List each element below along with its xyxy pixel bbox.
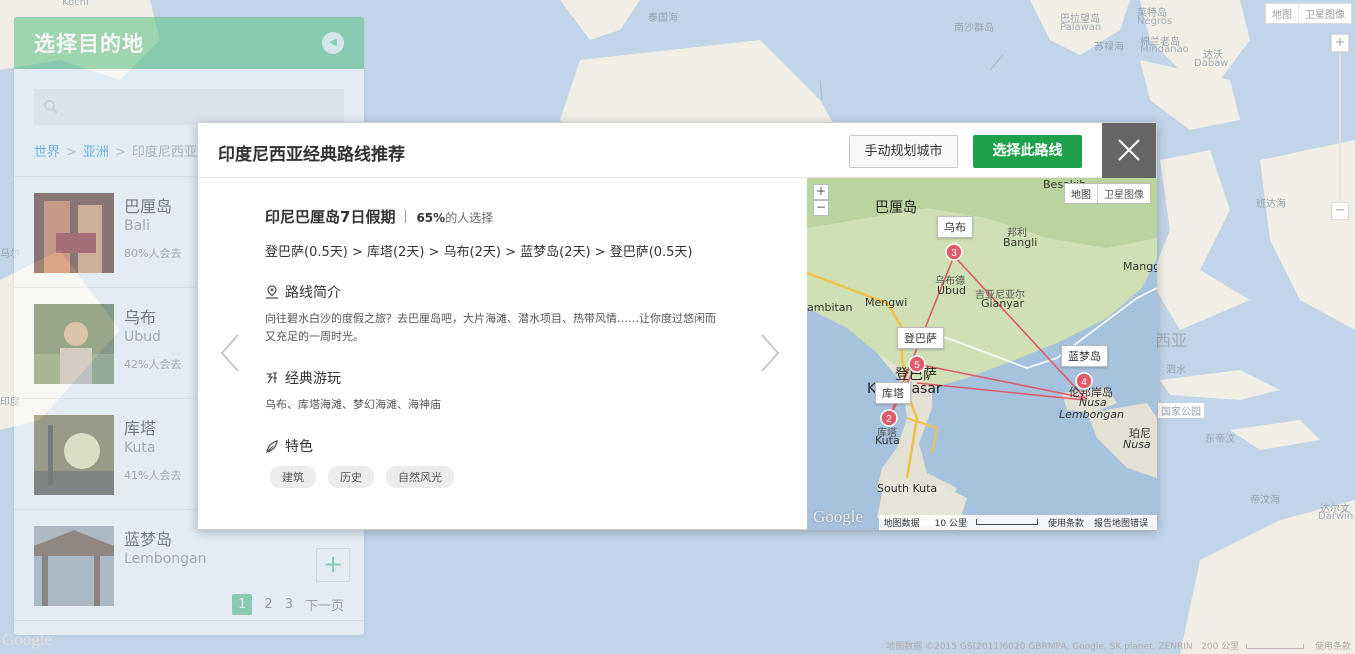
map-label: Nusa — [1123, 438, 1151, 451]
destination-name-cn: 乌布 — [124, 308, 157, 327]
destination-name-en: Bali — [124, 218, 150, 234]
features-section: 特色 建筑 历史 自然风光 — [265, 436, 735, 488]
route-map-report-link[interactable]: 报告地图错误 — [1089, 516, 1153, 529]
classic-play-section: 经典游玩 乌布、库塔海滩、梦幻海滩、海神庙 — [265, 368, 735, 414]
pagination: 1 2 3 下一页 — [232, 594, 344, 615]
search-icon — [44, 100, 58, 114]
prev-route-button[interactable] — [220, 333, 240, 373]
destination-visit-pct: 41%人会去 — [124, 469, 182, 482]
route-map-zoom-control: + − — [813, 184, 829, 216]
close-button[interactable] — [1102, 123, 1156, 178]
destination-panel-header: 选择目的地 ◀ — [14, 17, 364, 69]
modal-body: 印尼巴厘岛7日假期 65%的人选择 登巴萨(0.5天) > 库塔(2天) > 乌布… — [198, 178, 1157, 530]
next-page-button[interactable]: 下一页 — [305, 595, 344, 614]
route-intro-section: 路线简介 向往碧水白沙的度假之旅？去巴厘岛吧，大片海滩、潜水项目、热带风情……让… — [265, 282, 735, 346]
destination-photo — [34, 526, 114, 606]
route-map[interactable]: Besakih 巴厘岛 邦利 Bangli Mangg Mengwi ambit… — [807, 178, 1157, 530]
breadcrumb-world[interactable]: 世界 — [34, 145, 60, 160]
feature-tags: 建筑 历史 自然风光 — [270, 466, 735, 488]
map-label: Kuta — [875, 434, 900, 447]
route-callout-lembongan[interactable]: 蓝梦岛 — [1061, 345, 1108, 367]
chevron-left-icon[interactable]: ◀ — [322, 32, 344, 54]
destination-name-cn: 巴厘岛 — [124, 197, 173, 216]
route-map-scale: 10 公里 — [925, 516, 1043, 529]
feature-tag: 建筑 — [270, 466, 316, 488]
feature-tag: 历史 — [328, 466, 374, 488]
route-map-zoom-out-button[interactable]: − — [813, 200, 829, 216]
destination-photo — [34, 193, 114, 273]
route-intro-text: 向往碧水白沙的度假之旅？去巴厘岛吧，大片海滩、潜水项目、热带风情……让你度过悠闲… — [265, 312, 716, 343]
select-route-button[interactable]: 选择此路线 — [973, 135, 1082, 168]
route-map-type-satellite[interactable]: 卫星图像 — [1097, 184, 1150, 203]
divider — [405, 210, 407, 223]
map-label: Mengwi — [865, 296, 908, 309]
next-route-button[interactable] — [760, 333, 780, 373]
route-share-pct: 65% — [416, 211, 446, 225]
destination-photo — [34, 304, 114, 384]
route-callout-ubud[interactable]: 乌布 — [937, 216, 973, 238]
modal-title: 印度尼西亚经典路线推荐 — [218, 145, 405, 165]
breadcrumb-separator: > — [66, 145, 77, 160]
map-label: Gianyar — [981, 297, 1025, 310]
destination-search-input[interactable] — [34, 89, 344, 125]
features-heading: 特色 — [285, 439, 313, 455]
route-name: 印尼巴厘岛7日假期 — [265, 208, 396, 226]
google-logo: Google — [813, 507, 864, 526]
destination-photo — [34, 415, 114, 495]
destination-panel-title: 选择目的地 — [34, 32, 144, 56]
route-map-type-switch: 地图 卫星图像 — [1064, 183, 1151, 204]
destination-name-cn: 蓝梦岛 — [124, 530, 173, 549]
route-details: 印尼巴厘岛7日假期 65%的人选择 登巴萨(0.5天) > 库塔(2天) > 乌布… — [265, 206, 735, 488]
feature-tag: 自然风光 — [386, 466, 454, 488]
page-3-button[interactable]: 3 — [285, 597, 293, 612]
sightseeing-icon — [267, 372, 277, 384]
route-map-zoom-in-button[interactable]: + — [813, 184, 829, 200]
breadcrumb-country: 印度尼西亚 — [131, 145, 197, 160]
map-label: Bangli — [1003, 236, 1038, 249]
route-callout-kuta[interactable]: 库塔 — [875, 382, 911, 404]
route-map-data-link[interactable]: 地图数据 — [879, 516, 925, 529]
close-icon — [1118, 139, 1140, 161]
classic-play-heading: 经典游玩 — [285, 371, 341, 387]
breadcrumb-separator: > — [114, 145, 126, 160]
destination-name-en: Ubud — [124, 329, 161, 345]
map-label: Mangg — [1123, 260, 1157, 273]
destination-name-en: Kuta — [124, 440, 156, 456]
map-label: 巴厘岛 — [875, 200, 917, 216]
classic-play-text: 乌布、库塔海滩、梦幻海滩、海神庙 — [265, 398, 441, 411]
route-path: 登巴萨(0.5天) > 库塔(2天) > 乌布(2天) > 蓝梦岛(2天) > … — [265, 245, 693, 260]
add-destination-button[interactable]: + — [316, 548, 350, 582]
destination-visit-pct: 80%人会去 — [124, 247, 182, 260]
chevron-left-icon — [220, 334, 239, 372]
route-title-row: 印尼巴厘岛7日假期 65%的人选择 — [265, 206, 735, 227]
route-recommendation-modal: 印度尼西亚经典路线推荐 手动规划城市 选择此路线 印尼巴厘岛7日假期 65%的人选… — [197, 122, 1157, 530]
scale-bar — [975, 519, 1038, 525]
route-map-terms-link[interactable]: 使用条款 — [1043, 516, 1089, 529]
destination-name-en: Lembongan — [124, 551, 207, 567]
map-label: ambitan — [807, 301, 853, 314]
breadcrumb-continent[interactable]: 亚洲 — [83, 145, 109, 160]
manual-plan-button[interactable]: 手动规划城市 — [849, 135, 958, 168]
route-callout-denpasar[interactable]: 登巴萨 — [897, 327, 944, 349]
modal-header: 印度尼西亚经典路线推荐 手动规划城市 选择此路线 — [198, 123, 1156, 178]
route-intro-heading: 路线简介 — [285, 285, 341, 301]
destination-visit-pct: 42%人会去 — [124, 358, 182, 371]
destination-name-cn: 库塔 — [124, 419, 157, 438]
map-label: Ubud — [937, 284, 966, 297]
route-map-type-map[interactable]: 地图 — [1065, 184, 1097, 203]
leaf-icon — [266, 440, 278, 453]
location-pin-icon — [266, 285, 278, 299]
page-2-button[interactable]: 2 — [264, 597, 272, 612]
route-map-footer: 地图数据 10 公里 使用条款 报告地图错误 — [878, 515, 1157, 530]
chevron-right-icon — [761, 334, 780, 372]
map-label: South Kuta — [877, 482, 938, 495]
map-label: Lembongan — [1059, 408, 1124, 421]
route-share-text: 的人选择 — [445, 211, 494, 225]
page-1-button[interactable]: 1 — [232, 594, 253, 615]
